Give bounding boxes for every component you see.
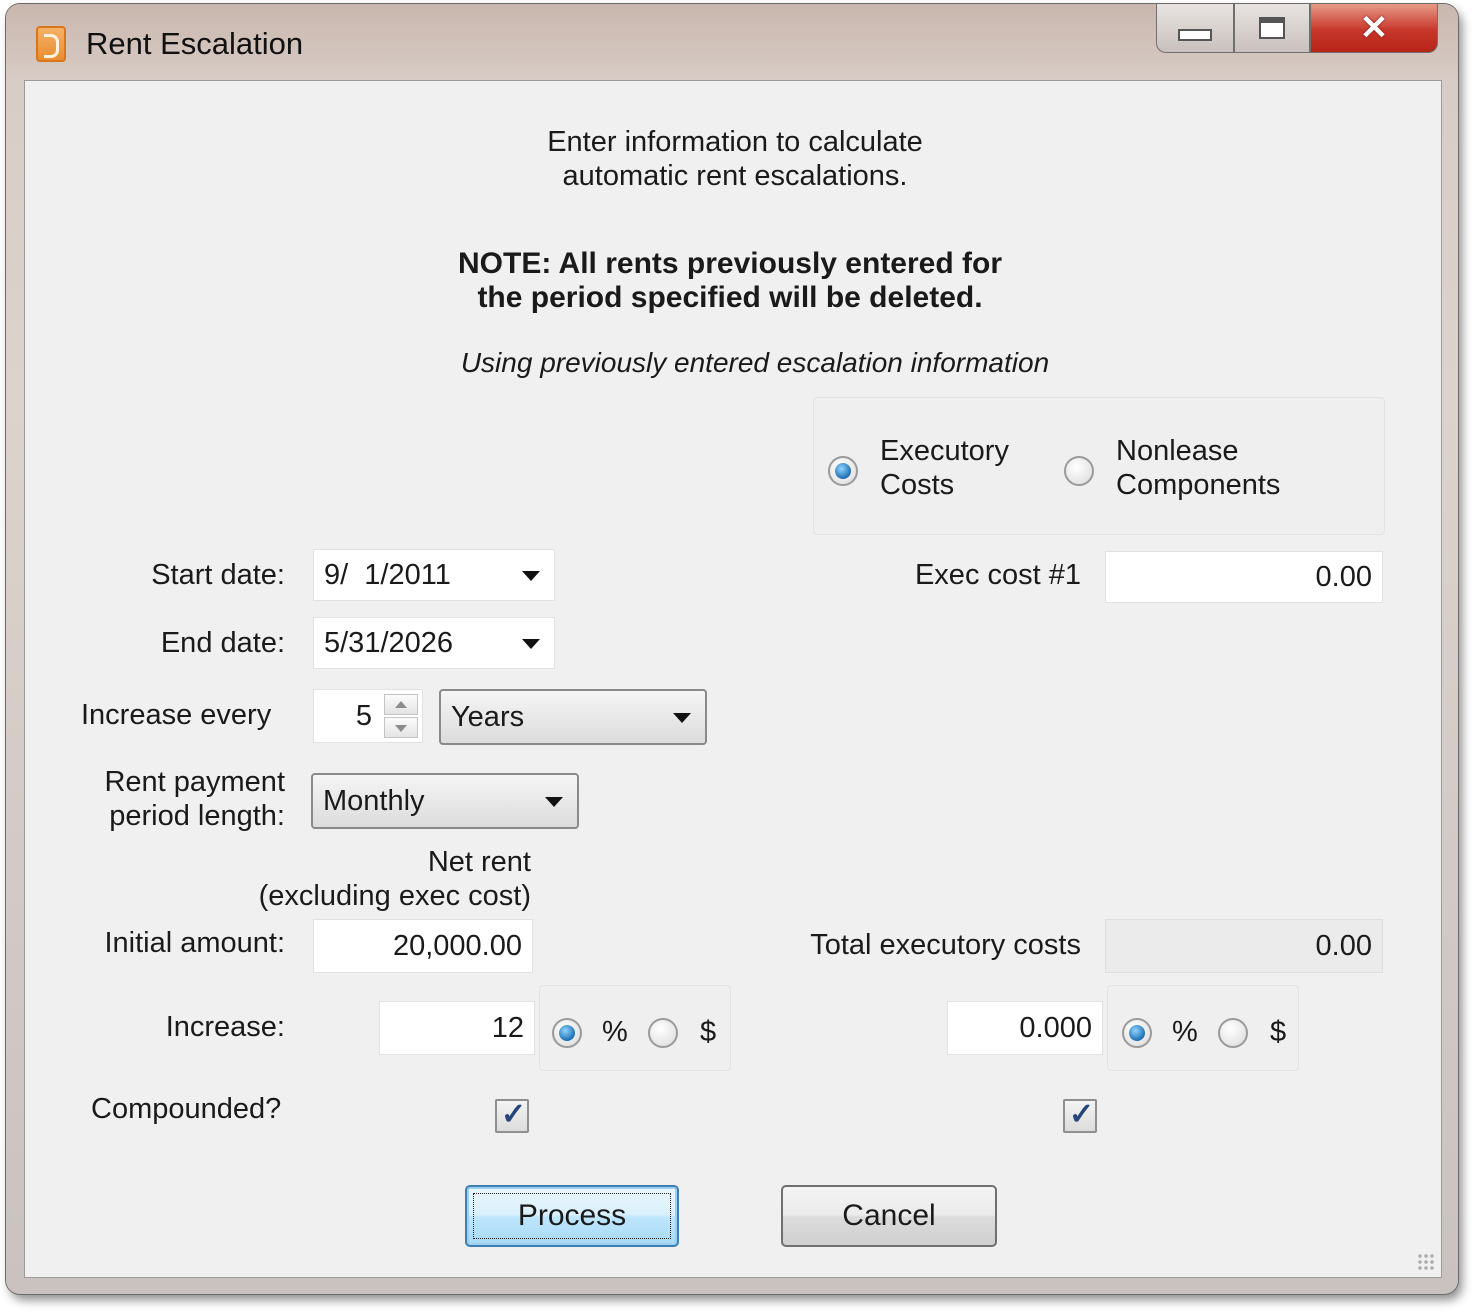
increase-percent-radio[interactable]	[552, 1018, 582, 1048]
net-rent-header-line-1: Net rent	[427, 846, 531, 878]
nonlease-label-line-2: Components	[1116, 469, 1281, 501]
exec-cost-input[interactable]: 0.00	[1105, 551, 1383, 603]
exec-increase-type-group: % $	[1107, 985, 1299, 1071]
executory-costs-radio[interactable]	[828, 456, 858, 486]
status-text: Using previously entered escalation info…	[460, 347, 1050, 378]
maximize-icon	[1259, 17, 1285, 39]
checkmark-icon: ✓	[1069, 1098, 1095, 1131]
cancel-button[interactable]: Cancel	[781, 1185, 997, 1247]
increase-type-group: % $	[539, 985, 731, 1071]
cancel-button-label: Cancel	[842, 1199, 936, 1232]
spinner-buttons	[384, 694, 418, 738]
exec-increase-input[interactable]: 0.000	[947, 1001, 1103, 1055]
increase-unit-select[interactable]: Years	[439, 689, 707, 745]
note-line-2: the period specified will be deleted.	[477, 281, 983, 314]
window-title: Rent Escalation	[86, 26, 304, 61]
cost-type-group: Executory Costs Nonlease Components	[813, 397, 1385, 535]
exec-increase-dollar-label[interactable]: $	[1270, 1016, 1286, 1049]
executory-label-line-1: Executory	[880, 435, 1009, 467]
title-bar[interactable]: Rent Escalation ✕	[6, 4, 1458, 80]
executory-costs-label[interactable]: Executory Costs	[880, 434, 1009, 502]
exec-increase-percent-label[interactable]: %	[1172, 1016, 1198, 1049]
net-rent-header-line-2: (excluding exec cost)	[258, 880, 531, 912]
exec-increase-percent-radio[interactable]	[1122, 1018, 1152, 1048]
increase-every-spinner[interactable]: 5	[313, 689, 423, 743]
dialog-body: Enter information to calculate automatic…	[24, 80, 1442, 1278]
end-date-value: 5/31/2026	[324, 626, 454, 659]
increase-label: Increase:	[165, 1011, 285, 1043]
start-date-value: 9/ 1/2011	[324, 558, 451, 591]
end-date-dropdown-icon[interactable]	[522, 639, 540, 649]
process-button[interactable]: Process	[465, 1185, 679, 1247]
end-date-label: End date:	[160, 627, 285, 659]
minimize-button[interactable]	[1156, 4, 1234, 53]
intro-line-2: automatic rent escalations.	[562, 160, 908, 192]
payment-period-label-line-1: Rent payment	[104, 766, 285, 798]
increase-percent-label[interactable]: %	[602, 1016, 628, 1049]
spin-up-icon[interactable]	[384, 694, 418, 715]
process-button-label: Process	[517, 1199, 627, 1232]
total-executory-costs-value: 0.00	[1105, 919, 1383, 973]
end-date-picker[interactable]: 5/31/2026	[313, 617, 555, 669]
initial-amount-label: Initial amount:	[104, 927, 285, 959]
start-date-picker[interactable]: 9/ 1/2011	[313, 549, 555, 601]
nonlease-components-radio[interactable]	[1064, 456, 1094, 486]
executory-label-line-2: Costs	[880, 469, 955, 501]
increase-every-label: Increase every	[81, 699, 272, 731]
note-text: NOTE: All rents previously entered for t…	[355, 247, 1105, 315]
nonlease-label-line-1: Nonlease	[1116, 435, 1239, 467]
exec-compounded-checkbox[interactable]: ✓	[1063, 1098, 1097, 1133]
start-date-dropdown-icon[interactable]	[522, 571, 540, 581]
compounded-checkbox[interactable]: ✓	[495, 1098, 529, 1133]
payment-period-value: Monthly	[323, 784, 425, 817]
net-rent-header: Net rent (excluding exec cost)	[225, 845, 531, 913]
payment-period-select[interactable]: Monthly	[311, 773, 579, 829]
increase-dollar-radio[interactable]	[648, 1018, 678, 1048]
intro-line-1: Enter information to calculate	[547, 126, 923, 158]
increase-unit-value: Years	[451, 700, 525, 733]
rent-escalation-window: Rent Escalation ✕ Enter information to c…	[6, 4, 1458, 1294]
increase-dollar-label[interactable]: $	[700, 1016, 716, 1049]
intro-text: Enter information to calculate automatic…	[455, 125, 1015, 193]
resize-grip-icon[interactable]	[1417, 1253, 1435, 1271]
increase-input[interactable]: 12	[379, 1001, 535, 1055]
compounded-label: Compounded?	[91, 1093, 282, 1125]
note-line-1: NOTE: All rents previously entered for	[458, 247, 1002, 280]
close-icon: ✕	[1359, 9, 1389, 47]
checkmark-icon: ✓	[501, 1098, 527, 1131]
app-icon	[36, 26, 66, 62]
initial-amount-input[interactable]: 20,000.00	[313, 919, 533, 973]
maximize-button[interactable]	[1234, 4, 1310, 53]
exec-increase-dollar-radio[interactable]	[1218, 1018, 1248, 1048]
nonlease-components-label[interactable]: Nonlease Components	[1116, 434, 1280, 502]
payment-period-label-line-2: period length:	[109, 800, 285, 832]
minimize-icon	[1178, 29, 1212, 41]
increase-every-value: 5	[355, 699, 372, 732]
increase-unit-dropdown-icon	[673, 713, 691, 723]
spin-down-icon[interactable]	[384, 717, 418, 738]
start-date-label: Start date:	[151, 559, 285, 591]
exec-cost-label: Exec cost #1	[914, 559, 1081, 591]
caption-buttons: ✕	[1156, 4, 1438, 54]
total-executory-costs-label: Total executory costs	[810, 929, 1081, 961]
payment-period-label: Rent payment period length:	[65, 765, 285, 833]
close-button[interactable]: ✕	[1310, 4, 1438, 53]
payment-period-dropdown-icon	[545, 797, 563, 807]
